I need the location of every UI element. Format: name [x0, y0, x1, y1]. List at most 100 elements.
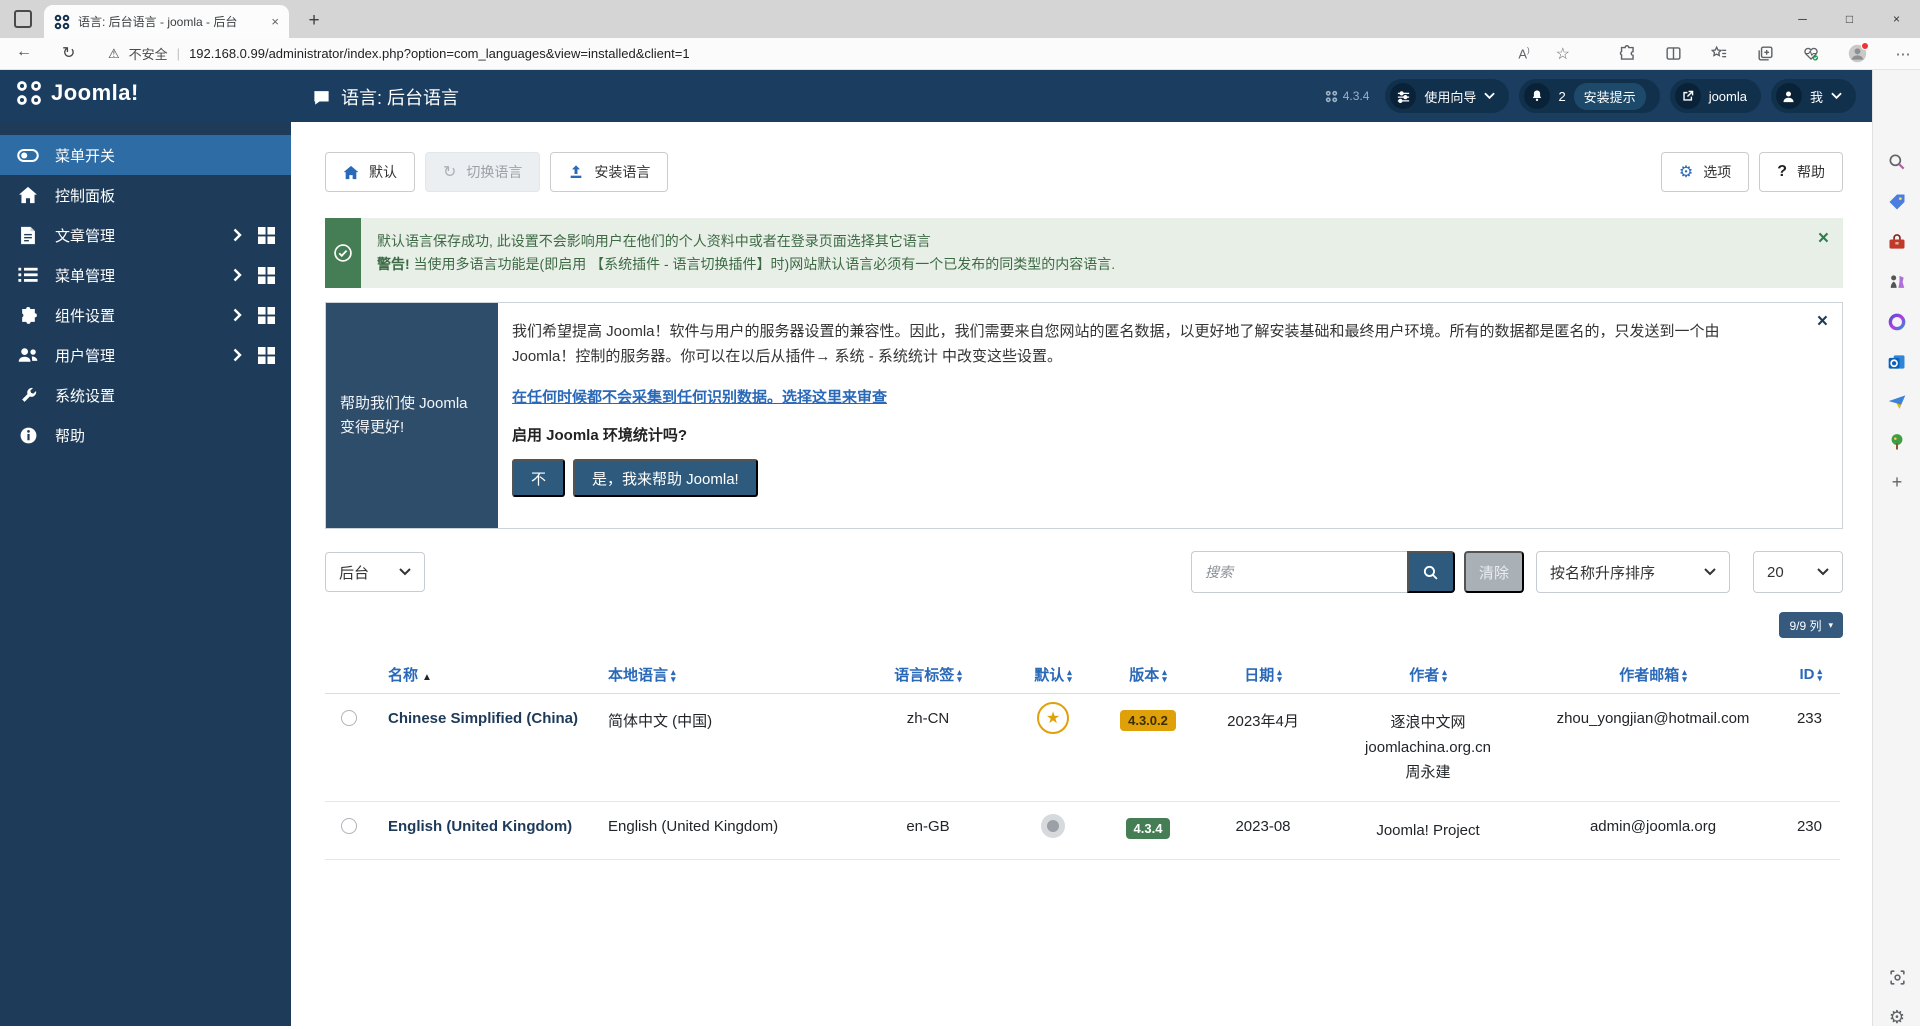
- sidebar-games-icon[interactable]: [1885, 270, 1909, 294]
- header-tag[interactable]: 语言标签▴▾: [848, 655, 1008, 694]
- clear-button[interactable]: 清除: [1464, 551, 1524, 593]
- url-text[interactable]: 192.168.0.99/administrator/index.php?opt…: [189, 46, 689, 61]
- row-radio[interactable]: [341, 710, 357, 726]
- header-select: [325, 655, 373, 694]
- address-bar[interactable]: ⚠ 不安全 | 192.168.0.99/administrator/index…: [108, 38, 690, 69]
- browser-essentials-icon[interactable]: [1800, 43, 1822, 65]
- sidebar-shopping-icon[interactable]: [1885, 190, 1909, 214]
- search-input[interactable]: [1191, 551, 1407, 593]
- columns-badge[interactable]: 9/9 列 ▾: [1779, 612, 1843, 638]
- stats-buttons: 不 是，我来帮助 Joomla!: [512, 459, 1782, 497]
- chevron-right-icon: [233, 348, 242, 362]
- profile-alert-dot: [1861, 42, 1869, 50]
- header-default[interactable]: 默认▴▾: [1008, 655, 1098, 694]
- close-window-button[interactable]: ×: [1873, 0, 1920, 38]
- sidebar-settings-gear-icon[interactable]: ⚙: [1885, 1005, 1909, 1029]
- sidebar-outlook-icon[interactable]: [1885, 350, 1909, 374]
- search-icon: [1422, 564, 1439, 581]
- chevron-right-icon: [233, 268, 242, 282]
- sidebar-item-menus[interactable]: 菜单管理: [0, 255, 291, 295]
- minimize-button[interactable]: ─: [1779, 0, 1826, 38]
- tab-close-icon[interactable]: ×: [271, 14, 279, 29]
- row-radio[interactable]: [341, 818, 357, 834]
- stats-aside: 帮助我们使 Joomla 变得更好!: [326, 303, 498, 528]
- default-language-star-icon[interactable]: ★: [1037, 702, 1069, 734]
- sort-icon: ▴▾: [1817, 668, 1822, 682]
- sort-icon: ▴▾: [671, 669, 676, 683]
- table-header-row: 名称▲ 本地语言▴▾ 语言标签▴▾ 默认▴▾ 版本▴▾ 日期▴▾ 作者▴▾ 作者…: [325, 655, 1840, 694]
- favorites-icon[interactable]: [1708, 43, 1730, 65]
- toolbar-icons: ⋯: [1616, 38, 1914, 69]
- stats-close-icon[interactable]: ×: [1817, 311, 1828, 333]
- refresh-button[interactable]: ↻: [62, 43, 75, 63]
- header-name[interactable]: 名称▲: [373, 655, 593, 694]
- default-button[interactable]: 默认: [325, 152, 415, 192]
- brand-name: Joomla!: [51, 80, 139, 106]
- joomla-logo-icon: [16, 80, 42, 106]
- header-date[interactable]: 日期▴▾: [1198, 655, 1328, 694]
- collections-icon[interactable]: [1754, 43, 1776, 65]
- language-name[interactable]: English (United Kingdom): [373, 802, 593, 860]
- sidebar-add-icon[interactable]: +: [1885, 470, 1909, 494]
- home-icon: [343, 165, 359, 180]
- sidebar-tools-icon[interactable]: [1885, 230, 1909, 254]
- alert-line2: 警告! 当使用多语言功能是(即启用 【系统插件 - 语言切换插件】时)网站默认语…: [377, 253, 1115, 276]
- sidebar-screenshot-icon[interactable]: [1885, 965, 1909, 989]
- sidebar-item-articles[interactable]: 文章管理: [0, 215, 291, 255]
- chevron-down-icon: [1817, 568, 1829, 576]
- header-author[interactable]: 作者▴▾: [1328, 655, 1528, 694]
- sidebar-search-icon[interactable]: [1885, 150, 1909, 174]
- sidebar-item-users[interactable]: 用户管理: [0, 335, 291, 375]
- language-tag: en-GB: [848, 802, 1008, 860]
- sort-asc-icon: ▲: [422, 672, 432, 683]
- client-select[interactable]: 后台: [325, 552, 425, 592]
- dashboard-grid-icon[interactable]: [258, 347, 275, 364]
- new-tab-button[interactable]: +: [300, 7, 328, 35]
- sidebar-item-components[interactable]: 组件设置: [0, 295, 291, 335]
- header-id[interactable]: ID▴▾: [1778, 655, 1840, 694]
- stats-yes-button[interactable]: 是，我来帮助 Joomla!: [573, 459, 758, 497]
- tour-button[interactable]: 使用向导: [1385, 79, 1509, 113]
- window-controls: ─ □ ×: [1779, 0, 1920, 38]
- sidebar-item-help[interactable]: 帮助: [0, 415, 291, 455]
- dashboard-grid-icon[interactable]: [258, 307, 275, 324]
- back-button[interactable]: ←: [16, 43, 32, 61]
- user-menu-button[interactable]: 我: [1771, 79, 1856, 113]
- header-author-email[interactable]: 作者邮箱▴▾: [1528, 655, 1778, 694]
- sidebar-drop-icon[interactable]: [1885, 390, 1909, 414]
- dashboard-grid-icon[interactable]: [258, 227, 275, 244]
- header-native[interactable]: 本地语言▴▾: [593, 655, 848, 694]
- language-tag: zh-CN: [848, 694, 1008, 802]
- extensions-icon[interactable]: [1616, 43, 1638, 65]
- header-version[interactable]: 版本▴▾: [1098, 655, 1198, 694]
- dashboard-grid-icon[interactable]: [258, 267, 275, 284]
- preview-site-button[interactable]: joomla: [1670, 79, 1761, 113]
- profile-avatar[interactable]: [1846, 43, 1868, 65]
- sort-select[interactable]: 按名称升序排序: [1536, 551, 1730, 593]
- stats-no-button[interactable]: 不: [512, 459, 565, 497]
- split-screen-icon[interactable]: [1662, 43, 1684, 65]
- limit-select[interactable]: 20: [1753, 551, 1843, 593]
- browser-tab[interactable]: 语言: 后台语言 - joomla - 后台 ×: [44, 5, 289, 38]
- alert-close-icon[interactable]: ×: [1818, 228, 1829, 250]
- wrench-icon: [16, 386, 40, 405]
- maximize-button[interactable]: □: [1826, 0, 1873, 38]
- read-aloud-icon[interactable]: A): [1518, 46, 1529, 61]
- browser-toolbar: ← ↻ ⚠ 不安全 | 192.168.0.99/administrator/i…: [0, 38, 1920, 70]
- search-button[interactable]: [1407, 551, 1455, 593]
- add-favorite-icon[interactable]: ☆: [1556, 44, 1570, 64]
- settings-more-icon[interactable]: ⋯: [1892, 43, 1914, 65]
- sidebar-item-menu-toggle[interactable]: 菜单开关: [0, 135, 291, 175]
- sidebar-m365-icon[interactable]: [1885, 310, 1909, 334]
- install-language-button[interactable]: 安装语言: [550, 152, 668, 192]
- sidebar-grow-icon[interactable]: [1885, 430, 1909, 454]
- stats-review-link[interactable]: 在任何时候都不会采集到任何识别数据。选择这里来审查: [512, 386, 887, 407]
- sidebar-item-dashboard[interactable]: 控制面板: [0, 175, 291, 215]
- notifications-button[interactable]: 2 安装提示: [1519, 79, 1659, 113]
- tab-actions-icon[interactable]: [14, 10, 32, 28]
- help-button[interactable]: ? 帮助: [1759, 152, 1843, 192]
- options-button[interactable]: ⚙ 选项: [1661, 152, 1749, 192]
- sidebar-item-system[interactable]: 系统设置: [0, 375, 291, 415]
- set-default-icon[interactable]: [1041, 814, 1065, 838]
- language-name[interactable]: Chinese Simplified (China): [373, 694, 593, 802]
